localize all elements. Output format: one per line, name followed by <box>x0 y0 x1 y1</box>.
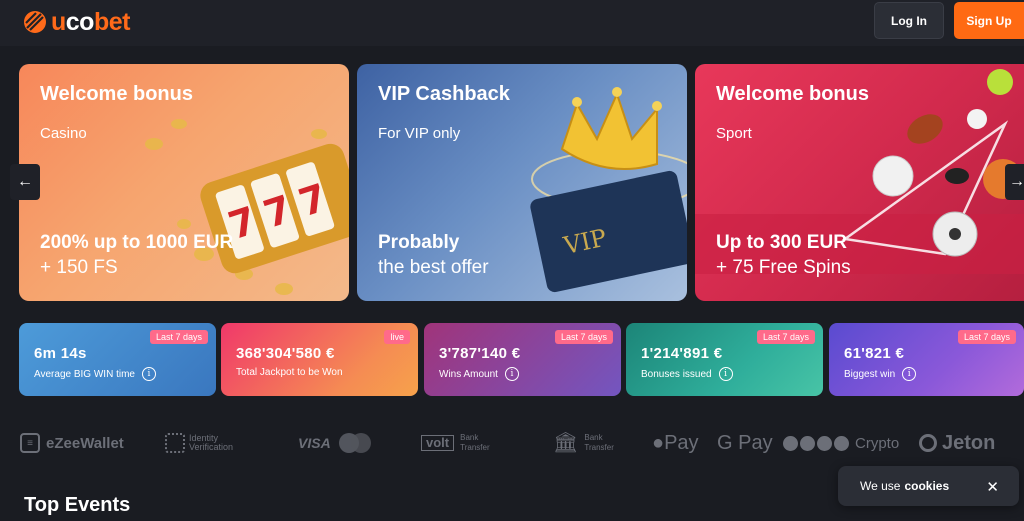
stat-value: 3'787'140 € <box>439 345 521 362</box>
signup-button[interactable]: Sign Up <box>954 2 1024 39</box>
slot-machine-icon: 777 <box>145 119 349 295</box>
payment-jeton: Jeton <box>919 428 995 458</box>
payment-identity-verification: Identity Verification <box>165 428 233 458</box>
info-icon[interactable]: i <box>718 367 733 381</box>
banner-offer-extra: the best offer <box>378 257 489 278</box>
banner-offer: Probably <box>378 232 460 253</box>
stat-label: Total Jackpot to be Won <box>236 367 343 378</box>
payment-visa-mastercard: VISA <box>298 428 371 458</box>
payment-volt: volt Bank Transfer <box>421 428 490 458</box>
payment-apple-pay: ● Pay <box>652 431 699 454</box>
stat-label: Bonuses issued i <box>641 367 733 381</box>
payment-google-pay: G Pay <box>717 431 773 454</box>
stat-card-total-jackpot: live 368'304'580 € Total Jackpot to be W… <box>221 323 418 396</box>
stat-badge: Last 7 days <box>149 330 208 344</box>
tether-icon <box>817 435 832 451</box>
stat-label: Wins Amount i <box>439 367 519 381</box>
top-header: ucobet Log In Sign Up <box>0 0 1024 46</box>
section-title-top-events: Top Events <box>24 494 131 516</box>
banner-subtitle: For VIP only <box>378 125 461 142</box>
banner-title: VIP Cashback <box>378 83 510 105</box>
banner-subtitle: Casino <box>40 125 87 142</box>
carousel-prev-button[interactable]: ← <box>10 164 40 200</box>
banner-title: Welcome bonus <box>40 83 193 105</box>
stat-badge: Last 7 days <box>756 330 815 344</box>
banner-offer-extra: + 150 FS <box>40 257 118 278</box>
bank-icon: 🏛 <box>553 432 579 454</box>
banner-offer: Up to 300 EUR <box>716 232 847 253</box>
info-icon[interactable]: i <box>902 367 917 381</box>
cookie-text: We use <box>860 479 901 493</box>
vip-crown-card-icon: VIP <box>530 87 687 293</box>
stat-card-bonuses-issued: Last 7 days 1'214'891 € Bonuses issued i <box>626 323 823 396</box>
stat-value: 61'821 € <box>844 345 905 362</box>
banner-offer-extra: + 75 Free Spins <box>716 257 851 278</box>
ucobet-logo[interactable]: ucobet <box>22 8 130 36</box>
banner-offer: 200% up to 1000 EUR <box>40 232 234 253</box>
stat-badge: Last 7 days <box>554 330 613 344</box>
stat-card-biggest-win: Last 7 days 61'821 € Biggest win i <box>829 323 1024 396</box>
stat-card-big-win-time: Last 7 days 6m 14s Average BIG WIN time i <box>19 323 216 396</box>
login-button[interactable]: Log In <box>874 2 944 39</box>
banner-casino-welcome[interactable]: 777 Welcome bonus Casino 200% up to 1000… <box>19 64 349 301</box>
info-icon[interactable]: i <box>141 367 156 381</box>
bitcoin-icon <box>783 435 798 451</box>
stat-value: 6m 14s <box>34 345 87 362</box>
stat-card-wins-amount: Last 7 days 3'787'140 € Wins Amount i <box>424 323 621 396</box>
cookie-link[interactable]: cookies <box>904 479 949 493</box>
more-coins-icon <box>834 435 849 451</box>
stat-label: Average BIG WIN time i <box>34 367 156 381</box>
payment-ezeewallet: ≡ eZeeWallet <box>20 428 124 458</box>
arrow-left-icon: ← <box>17 173 33 190</box>
payment-crypto: Crypto <box>783 428 899 458</box>
ethereum-icon <box>800 435 815 451</box>
stat-badge: Last 7 days <box>957 330 1016 344</box>
logo-text: ucobet <box>51 8 130 36</box>
carousel-next-button[interactable]: → <box>1005 164 1024 200</box>
cookie-banner: We use cookies ✕ <box>838 466 1019 506</box>
ezeewallet-icon: ≡ <box>20 433 40 453</box>
banner-title: Welcome bonus <box>716 83 869 105</box>
apple-icon: ● <box>652 431 665 454</box>
banner-subtitle: Sport <box>716 125 752 142</box>
close-icon[interactable]: ✕ <box>986 478 999 496</box>
logo-ball-icon <box>24 11 46 33</box>
arrow-right-icon: → <box>1009 173 1024 190</box>
stat-label: Biggest win i <box>844 367 917 381</box>
stat-value: 368'304'580 € <box>236 345 335 362</box>
live-badge: live <box>384 330 410 344</box>
stat-value: 1'214'891 € <box>641 345 723 362</box>
banner-sport-welcome[interactable]: Welcome bonus Sport Up to 300 EUR + 75 F… <box>695 64 1024 301</box>
jeton-icon <box>919 434 937 452</box>
mastercard-icon <box>338 433 371 453</box>
banner-vip-cashback[interactable]: VIP VIP Cashback For VIP only Probably t… <box>357 64 687 301</box>
payment-bank-transfer: 🏛 Bank Transfer <box>553 432 614 454</box>
info-icon[interactable]: i <box>504 367 519 381</box>
identity-icon <box>165 433 185 453</box>
